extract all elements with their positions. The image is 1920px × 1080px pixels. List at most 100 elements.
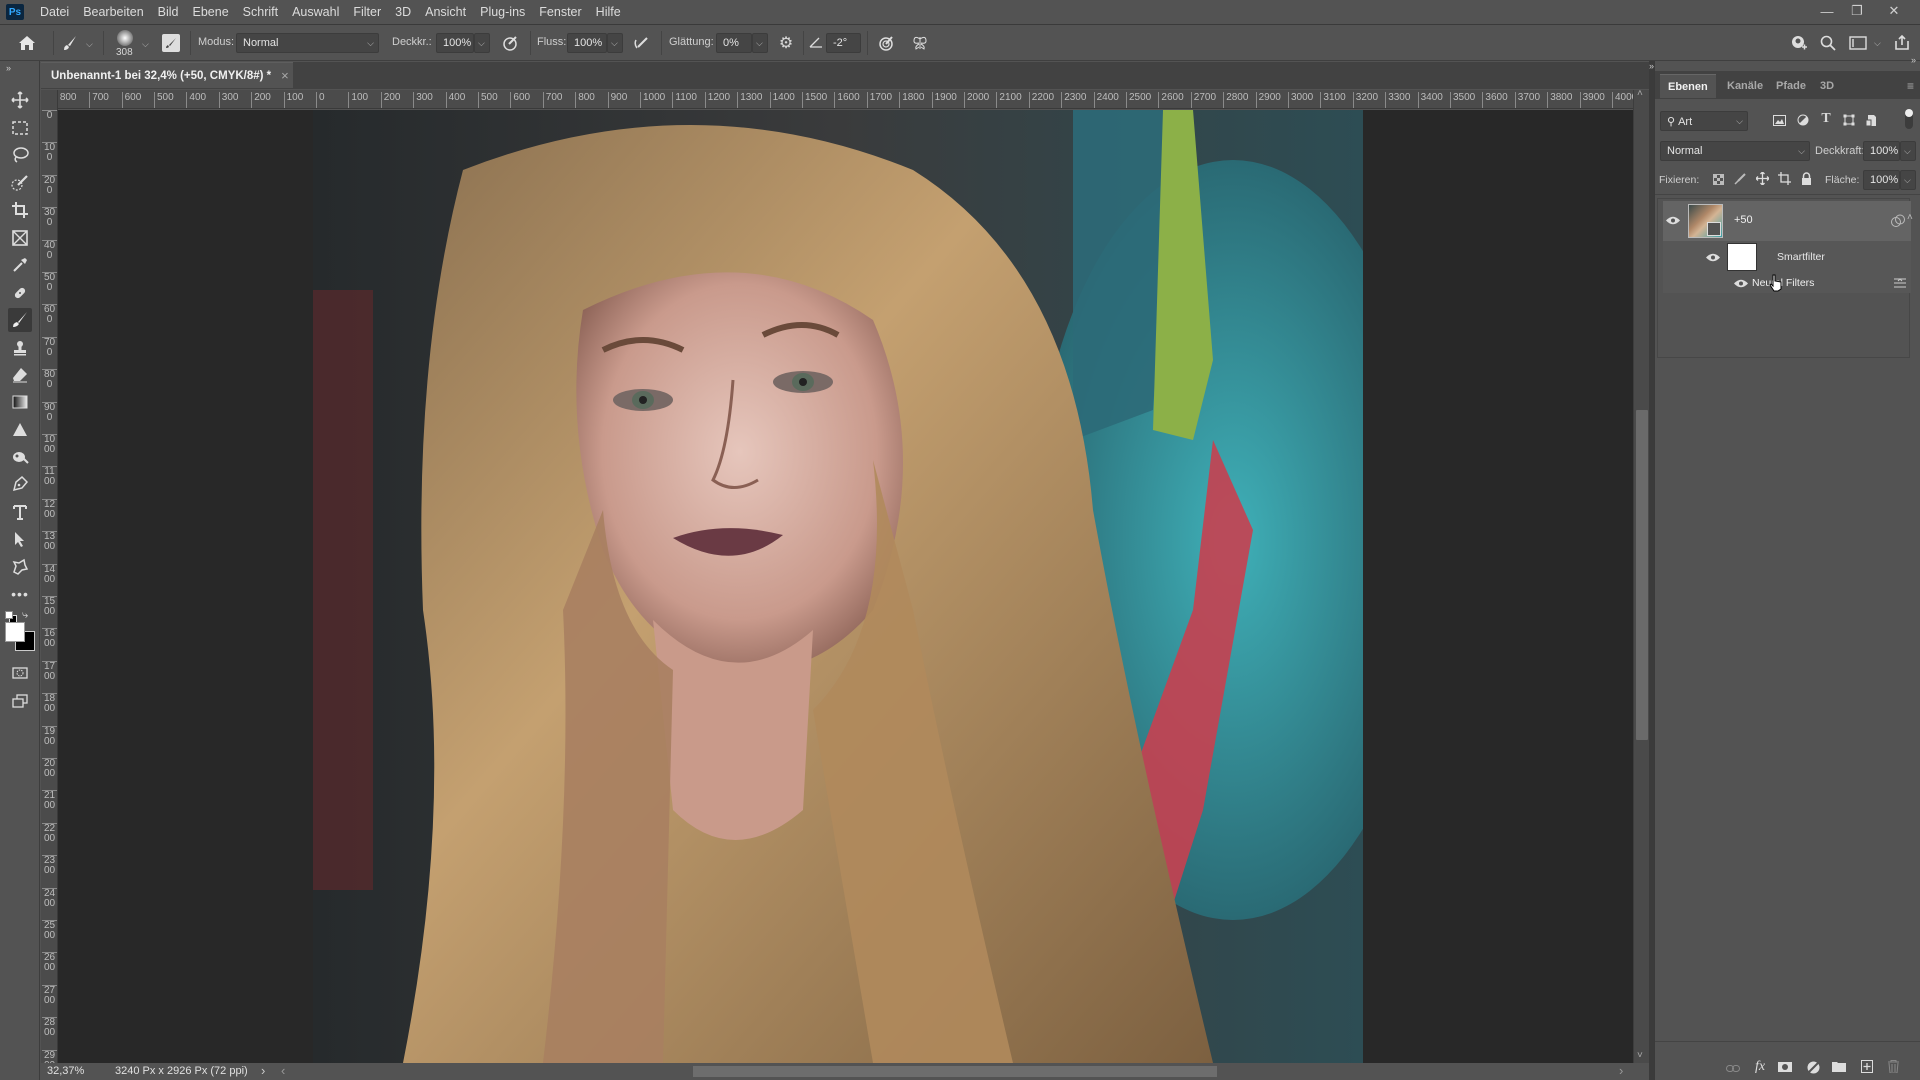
zoom-level[interactable]: 32,37% <box>47 1065 84 1077</box>
tab-ebenen[interactable]: Ebenen <box>1660 74 1716 98</box>
menu-bild[interactable]: Bild <box>158 5 179 19</box>
scroll-right-icon[interactable]: › <box>1619 1063 1623 1078</box>
lock-position-icon[interactable] <box>1755 171 1769 185</box>
smoothing-settings-icon[interactable]: ⚙ <box>776 33 796 53</box>
filter-type-layers-icon[interactable]: T <box>1818 111 1834 127</box>
deckkraft-input[interactable]: 100% <box>436 33 474 53</box>
dodge-tool-icon[interactable] <box>8 445 32 469</box>
menu-ebene[interactable]: Ebene <box>193 5 229 19</box>
pen-tool-icon[interactable] <box>8 472 32 496</box>
airbrush-icon[interactable] <box>631 34 651 52</box>
swap-colors-icon[interactable]: ⤷ <box>22 609 28 622</box>
opacity-input[interactable]: 100% <box>1863 141 1900 161</box>
crop-tool-icon[interactable] <box>8 198 32 222</box>
filter-blending-options-icon[interactable] <box>1894 278 1906 288</box>
brush-settings-icon[interactable] <box>162 34 180 52</box>
deckkraft-dropdown[interactable]: ⌵ <box>474 33 490 53</box>
neural-filters-label[interactable]: Neural Filters <box>1752 277 1814 289</box>
lasso-tool-icon[interactable] <box>8 143 32 167</box>
blend-mode-dropdown[interactable]: Normal ⌵ <box>1660 141 1810 161</box>
link-layers-icon[interactable] <box>1725 1061 1741 1075</box>
layer-row-smart-object[interactable]: +50 ˄ <box>1663 201 1913 241</box>
filter-smart-objects-icon[interactable] <box>1863 112 1879 128</box>
brush-preset-icon[interactable] <box>117 30 133 46</box>
angle-input[interactable]: -2° <box>826 33 861 53</box>
add-mask-icon[interactable] <box>1777 1060 1793 1074</box>
fill-dropdown[interactable]: ⌵ <box>1900 170 1916 190</box>
modus-dropdown[interactable]: Normal ⌵ <box>236 33 379 53</box>
collapse-effects-icon[interactable]: ˄ <box>1907 212 1913 223</box>
layer-row-neural-filters[interactable]: Neural Filters <box>1663 273 1911 293</box>
clone-stamp-tool-icon[interactable] <box>8 336 32 360</box>
chevron-down-icon[interactable]: ⌵ <box>142 39 149 50</box>
search-icon[interactable] <box>1818 33 1838 53</box>
screen-mode-icon[interactable] <box>8 689 32 713</box>
shape-tool-icon[interactable] <box>8 555 32 579</box>
filter-mask-thumbnail[interactable] <box>1727 243 1757 271</box>
new-group-icon[interactable] <box>1831 1059 1847 1073</box>
scroll-down-icon[interactable]: ˅ <box>1637 1050 1643 1061</box>
delete-layer-icon[interactable] <box>1885 1058 1901 1074</box>
gradient-tool-icon[interactable] <box>8 390 32 414</box>
lock-all-icon[interactable] <box>1799 171 1813 185</box>
collapse-panels-icon[interactable]: » <box>1911 55 1916 65</box>
menu-datei[interactable]: Datei <box>40 5 69 19</box>
frame-tool-icon[interactable] <box>8 226 32 250</box>
new-layer-icon[interactable] <box>1859 1058 1875 1074</box>
status-menu-arrow[interactable]: › <box>261 1063 265 1078</box>
blur-tool-icon[interactable] <box>8 418 32 442</box>
visibility-eye-icon[interactable] <box>1734 279 1748 288</box>
more-tools-icon[interactable]: ••• <box>8 582 32 606</box>
glaettung-input[interactable]: 0% <box>716 33 752 53</box>
pressure-opacity-icon[interactable] <box>500 34 520 52</box>
opacity-dropdown[interactable]: ⌵ <box>1900 141 1916 161</box>
menu-bearbeiten[interactable]: Bearbeiten <box>83 5 143 19</box>
horizontal-ruler[interactable]: 800 700 600 500 400 300 200 100 0 100 200 300 400 500… <box>58 90 1633 109</box>
menu-3d[interactable]: 3D <box>395 5 411 19</box>
glaettung-dropdown[interactable]: ⌵ <box>752 33 768 53</box>
pressure-size-icon[interactable] <box>876 34 896 52</box>
adjustment-layer-icon[interactable] <box>1805 1059 1821 1075</box>
fluss-dropdown[interactable]: ⌵ <box>607 33 623 53</box>
lock-transparent-pixels-icon[interactable] <box>1711 172 1725 186</box>
close-document-icon[interactable]: × <box>281 68 289 83</box>
collapse-toolbar-icon[interactable]: » <box>6 63 11 73</box>
menu-schrift[interactable]: Schrift <box>243 5 278 19</box>
eraser-tool-icon[interactable] <box>8 363 32 387</box>
foreground-color-swatch[interactable] <box>5 622 25 642</box>
menu-auswahl[interactable]: Auswahl <box>292 5 339 19</box>
quick-mask-icon[interactable] <box>8 661 32 685</box>
menu-plugins[interactable]: Plug-ins <box>480 5 525 19</box>
home-icon[interactable] <box>17 34 37 52</box>
chevron-down-icon[interactable]: ⌵ <box>1874 38 1881 49</box>
move-tool-icon[interactable] <box>8 88 32 112</box>
filter-pixel-layers-icon[interactable] <box>1771 112 1787 128</box>
chevron-down-icon[interactable]: ⌵ <box>86 39 93 50</box>
eyedropper-tool-icon[interactable] <box>8 253 32 277</box>
workspace-icon[interactable] <box>1848 33 1868 53</box>
path-selection-tool-icon[interactable] <box>8 527 32 551</box>
visibility-eye-icon[interactable] <box>1706 253 1720 262</box>
tab-pfade[interactable]: Pfade <box>1768 74 1814 98</box>
layer-row-smartfilter[interactable]: Smartfilter <box>1663 241 1911 273</box>
filter-shape-layers-icon[interactable] <box>1841 112 1857 128</box>
share-icon[interactable] <box>1892 32 1912 52</box>
menu-fenster[interactable]: Fenster <box>539 5 581 19</box>
document-tab[interactable]: Unbenannt-1 bei 32,4% (+50, CMYK/8#) * × <box>41 62 293 88</box>
type-tool-icon[interactable] <box>8 500 32 524</box>
visibility-eye-icon[interactable] <box>1666 216 1680 225</box>
restore-button[interactable]: ❐ <box>1843 0 1871 22</box>
brush-tool-icon[interactable] <box>60 34 80 52</box>
menu-ansicht[interactable]: Ansicht <box>425 5 466 19</box>
lock-image-pixels-icon[interactable] <box>1733 172 1747 186</box>
vertical-ruler[interactable]: 0 100 200 300 400 500 600 700 800 900 1000 1100 1200… <box>41 90 58 1063</box>
menu-hilfe[interactable]: Hilfe <box>596 5 621 19</box>
lock-artboard-icon[interactable] <box>1777 171 1791 185</box>
menu-filter[interactable]: Filter <box>353 5 381 19</box>
fx-icon[interactable]: fx <box>1751 1058 1769 1076</box>
healing-brush-tool-icon[interactable] <box>8 281 32 305</box>
minimize-button[interactable]: — <box>1813 0 1841 22</box>
filter-toggle-switch[interactable] <box>1905 109 1913 129</box>
tab-kanaele[interactable]: Kanäle <box>1719 74 1771 98</box>
quick-selection-tool-icon[interactable] <box>8 171 32 195</box>
